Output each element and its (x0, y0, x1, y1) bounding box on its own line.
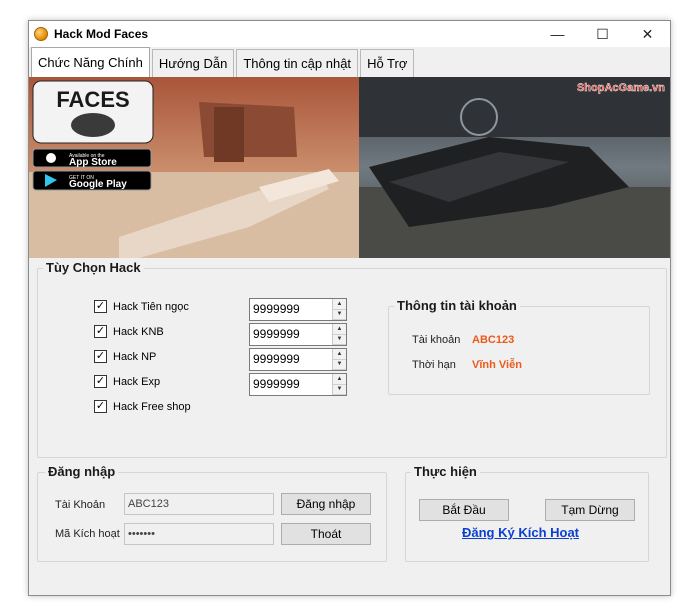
login-group: Đăng nhập Tài Khoản ABC123 Mã Kích hoạt … (37, 464, 387, 562)
apple-icon (46, 153, 56, 163)
login-title: Đăng nhập (45, 464, 119, 479)
login-account-field[interactable]: ABC123 (124, 493, 274, 515)
execute-group: Thực hiện Bắt Đầu Tạm Dừng Đăng Ký Kích … (405, 464, 649, 562)
account-value: ABC123 (472, 334, 515, 346)
hack-options-group: Tùy Chọn Hack ✓ Hack Tiên ngọc ✓ Hack KN… (37, 260, 667, 458)
minimize-button[interactable]: — (535, 21, 580, 47)
hack-exp-checkbox[interactable]: ✓ Hack Exp (94, 375, 160, 388)
tab-update-info[interactable]: Thông tin cập nhật (236, 49, 359, 77)
banner-image: FACES Available on the App Store GET IT … (29, 77, 670, 258)
check-icon: ✓ (94, 350, 107, 363)
hack-options-title: Tùy Chọn Hack (43, 260, 144, 275)
activation-code-field[interactable]: ••••••• (124, 523, 274, 545)
checkbox-label: Hack Exp (113, 375, 161, 388)
maximize-button[interactable]: ☐ (580, 21, 625, 47)
hack-tien-ngoc-checkbox[interactable]: ✓ Hack Tiên ngọc (94, 300, 189, 313)
check-icon: ✓ (94, 400, 107, 413)
check-icon: ✓ (94, 300, 107, 313)
activation-code-label: Mã Kích hoạt (55, 528, 120, 540)
check-icon: ✓ (94, 325, 107, 338)
account-info-title: Thông tin tài khoản (394, 298, 520, 313)
tab-support[interactable]: Hỗ Trợ (360, 49, 415, 77)
faces-logo-text: FACES (56, 87, 129, 112)
checkbox-label: Hack NP (113, 350, 157, 363)
knb-stepper[interactable]: 9999999 ▲ ▼ (249, 323, 347, 346)
game-banner: FACES Available on the App Store GET IT … (29, 77, 670, 258)
app-store-big: App Store (69, 157, 117, 168)
tien-ngoc-stepper[interactable]: 9999999 ▲ ▼ (249, 298, 347, 321)
tab-bar: Chức Năng Chính Hướng Dẫn Thông tin cập … (29, 47, 416, 77)
account-info-group: Thông tin tài khoản Tài khoản ABC123 Thờ… (388, 298, 650, 395)
arrow-down-icon[interactable]: ▼ (333, 309, 346, 320)
stepper-value[interactable]: 9999999 (250, 374, 332, 395)
checkbox-label: Hack Free shop (113, 400, 191, 413)
register-activation-link[interactable]: Đăng Ký Kích Hoạt (462, 525, 579, 540)
checkbox-label: Hack Tiên ngọc (113, 300, 189, 313)
arrow-down-icon[interactable]: ▼ (333, 334, 346, 345)
stepper-value[interactable]: 9999999 (250, 299, 332, 320)
tab-guide[interactable]: Hướng Dẫn (151, 49, 235, 77)
duration-label: Thời hạn (412, 359, 456, 371)
app-window: Hack Mod Faces — ☐ ✕ Chức Năng Chính Hướ… (28, 20, 671, 596)
pause-button[interactable]: Tạm Dừng (545, 499, 635, 521)
watermark-text: ShopAcGame.vn (577, 82, 665, 94)
app-icon (34, 27, 48, 41)
checkbox-label: Hack KNB (113, 325, 164, 338)
arrow-down-icon[interactable]: ▼ (333, 384, 346, 395)
duration-value: Vĩnh Viễn (472, 359, 522, 371)
hack-np-checkbox[interactable]: ✓ Hack NP (94, 350, 156, 363)
arrow-down-icon[interactable]: ▼ (333, 359, 346, 370)
hack-knb-checkbox[interactable]: ✓ Hack KNB (94, 325, 164, 338)
execute-title: Thực hiện (411, 464, 480, 479)
check-icon: ✓ (94, 375, 107, 388)
close-button[interactable]: ✕ (625, 21, 670, 47)
np-stepper[interactable]: 9999999 ▲ ▼ (249, 348, 347, 371)
login-button[interactable]: Đăng nhập (281, 493, 371, 515)
arrow-up-icon[interactable]: ▲ (333, 349, 346, 360)
account-label: Tài khoản (412, 334, 461, 346)
google-play-big: Google Play (69, 179, 127, 190)
window-title: Hack Mod Faces (54, 27, 149, 41)
exit-button[interactable]: Thoát (281, 523, 371, 545)
arrow-up-icon[interactable]: ▲ (333, 374, 346, 385)
tab-main-functions[interactable]: Chức Năng Chính (31, 47, 150, 77)
arrow-up-icon[interactable]: ▲ (333, 324, 346, 335)
exp-stepper[interactable]: 9999999 ▲ ▼ (249, 373, 347, 396)
arrow-up-icon[interactable]: ▲ (333, 299, 346, 310)
login-account-label: Tài Khoản (55, 499, 106, 511)
title-bar[interactable]: Hack Mod Faces — ☐ ✕ (29, 21, 670, 47)
stepper-value[interactable]: 9999999 (250, 349, 332, 370)
start-button[interactable]: Bắt Đầu (419, 499, 509, 521)
hack-free-shop-checkbox[interactable]: ✓ Hack Free shop (94, 400, 191, 413)
stepper-value[interactable]: 9999999 (250, 324, 332, 345)
